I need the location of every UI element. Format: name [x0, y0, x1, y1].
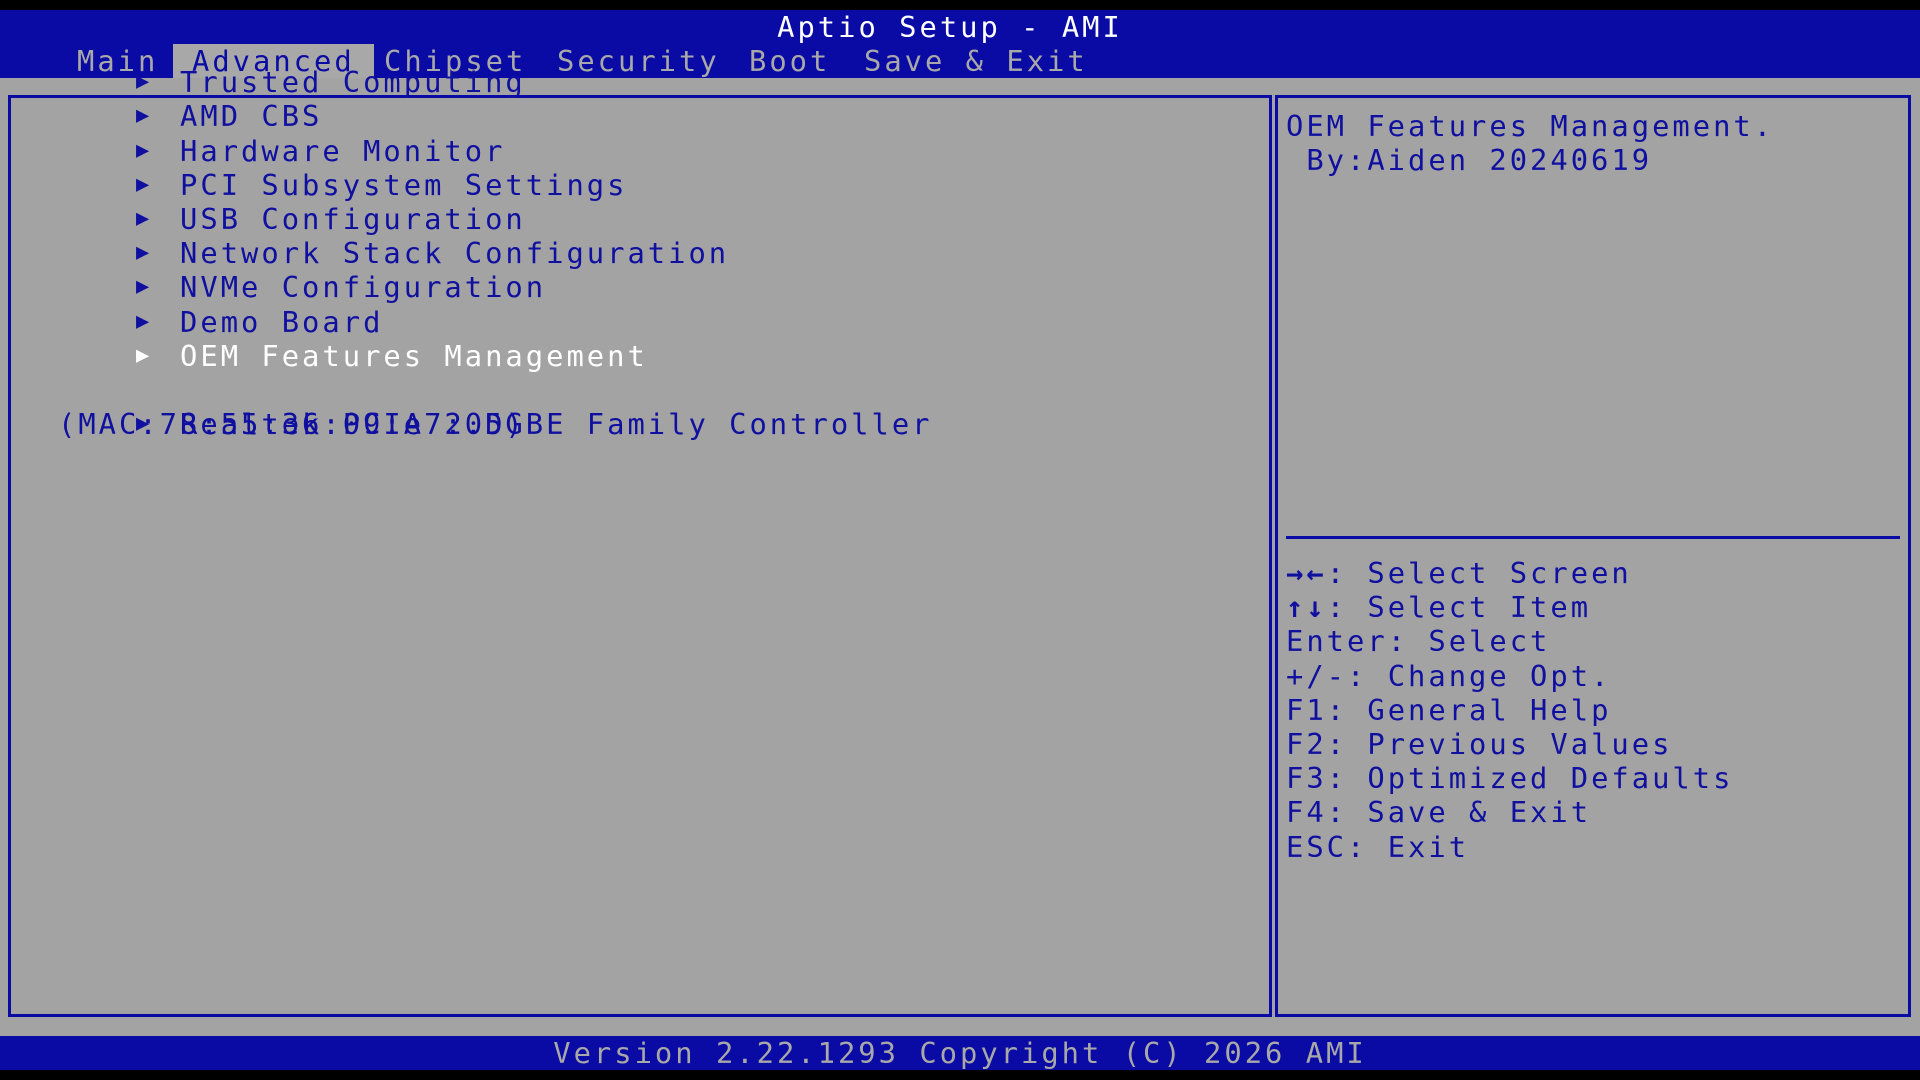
menu-item-label: OEM Features Management: [180, 338, 648, 373]
key-enter: Enter: Select: [1286, 624, 1896, 658]
key-f3: F3: Optimized Defaults: [1286, 761, 1896, 795]
key-select-screen: →←: Select Screen: [1286, 556, 1896, 590]
key-desc: : Select Item: [1326, 590, 1592, 625]
key-name: ESC: [1286, 829, 1348, 864]
menu-item-amd-cbs[interactable]: ▶ AMD CBS: [14, 65, 1254, 133]
menu-item-nvme-configuration[interactable]: ▶ NVMe Configuration: [14, 236, 1254, 304]
key-legend: →←: Select Screen ↑↓: Select Item Enter:…: [1286, 556, 1896, 864]
item-help-text: OEM Features Management. By:Aiden 202406…: [1286, 109, 1896, 177]
menu-item-hardware-monitor[interactable]: ▶ Hardware Monitor: [14, 99, 1254, 168]
key-name: F2: [1286, 726, 1327, 761]
key-desc: : Previous Values: [1326, 726, 1673, 761]
key-select-item: ↑↓: Select Item: [1286, 590, 1896, 624]
key-f1: F1: General Help: [1286, 693, 1896, 727]
menu-item-oem-features-management[interactable]: ▶ OEM Features Management: [14, 305, 1254, 373]
version-footer: Version 2.22.1293 Copyright (C) 2026 AMI: [0, 1036, 1920, 1070]
help-divider: [1286, 536, 1900, 539]
key-desc: : General Help: [1326, 692, 1612, 727]
key-desc: : Select Screen: [1326, 556, 1632, 590]
up-down-arrows-icon: ↑↓: [1286, 590, 1327, 625]
menu-item-pci-subsystem-settings[interactable]: ▶ PCI Subsystem Settings: [14, 134, 1254, 202]
advanced-menu: ▶ Trusted Computing ▶ AMD CBS ▶ Hardware Mo…: [14, 31, 1254, 441]
help-line-1: OEM Features Management.: [1286, 109, 1775, 143]
key-name: F3: [1286, 761, 1327, 796]
key-name: F1: [1286, 692, 1327, 727]
key-change-opt: +/-: Change Opt.: [1286, 659, 1896, 693]
key-esc: ESC: Exit: [1286, 830, 1896, 864]
key-desc: : Select: [1387, 624, 1551, 659]
menu-item-network-stack-configuration[interactable]: ▶ Network Stack Configuration: [14, 202, 1254, 270]
menu-item-label: Realtek PCIe 2.5GBE Family Controller: [180, 407, 933, 442]
submenu-arrow-icon: ▶: [136, 342, 153, 368]
help-line-2: By:Aiden 20240619: [1286, 143, 1653, 178]
menu-item-realtek-controller[interactable]: ▶ Realtek PCIe 2.5GBE Family Controller: [14, 373, 1254, 441]
key-name: +/-: [1286, 658, 1348, 693]
submenu-arrow-icon: ▶: [136, 411, 153, 437]
left-right-arrows-icon: →←: [1286, 556, 1327, 590]
key-desc: : Optimized Defaults: [1326, 761, 1734, 796]
key-desc: : Save & Exit: [1326, 795, 1592, 830]
bios-screen: Aptio Setup - AMI Main Advanced Chipset …: [0, 0, 1920, 1080]
key-name: F4: [1286, 795, 1327, 830]
key-f2: F2: Previous Values: [1286, 727, 1896, 761]
key-desc: : Exit: [1347, 829, 1470, 864]
menu-item-trusted-computing[interactable]: ▶ Trusted Computing: [14, 31, 1254, 99]
menu-item-usb-configuration[interactable]: ▶ USB Configuration: [14, 168, 1254, 236]
key-desc: : Change Opt.: [1347, 658, 1612, 693]
menu-item-demo-board[interactable]: ▶ Demo Board: [14, 270, 1254, 339]
key-f4: F4: Save & Exit: [1286, 795, 1896, 829]
key-name: Enter: [1286, 624, 1388, 659]
